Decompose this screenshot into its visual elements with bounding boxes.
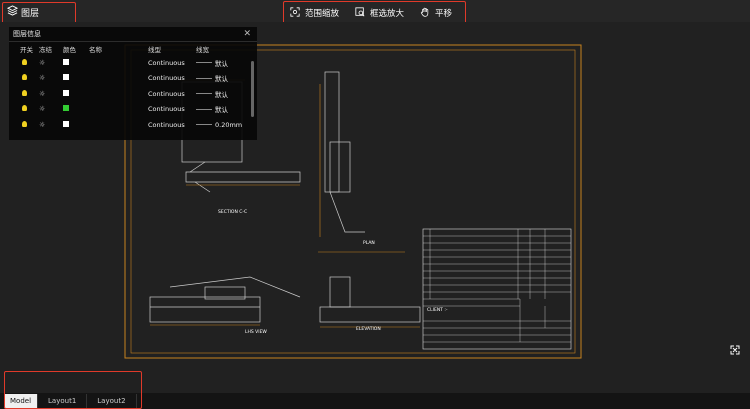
layer-row[interactable]: ☼ Continuous 默认 — [9, 102, 257, 118]
line-sample — [196, 93, 212, 95]
layer-panel: 图层信息 ✕ 开关 冻结 颜色 名称 线型 线宽 ☼ Continuous 默认… — [9, 27, 257, 140]
sun-icon[interactable]: ☼ — [39, 74, 45, 82]
layer-row[interactable]: ☼ Continuous 默认 — [9, 71, 257, 87]
pan-button[interactable]: 平移 — [420, 7, 452, 20]
layer-row[interactable]: ☼ Continuous 默认 — [9, 55, 257, 71]
tab-layout1[interactable]: Layout1 — [38, 394, 88, 408]
sun-icon[interactable]: ☼ — [39, 59, 45, 67]
zoom-extents-icon — [290, 6, 300, 20]
line-sample — [196, 62, 212, 64]
color-swatch[interactable] — [63, 58, 69, 65]
layer-linetype[interactable]: Continuous — [148, 74, 196, 82]
col-linetype: 线型 — [148, 45, 161, 54]
zoom-extents-label: 范围缩放 — [305, 9, 340, 19]
section-view-arm — [185, 171, 301, 183]
elevation-view-body — [319, 306, 421, 323]
lightbulb-icon[interactable] — [22, 105, 27, 112]
lhs-view-body — [149, 296, 261, 323]
layer-lineweight[interactable]: 默认 — [215, 73, 228, 83]
layer-lineweight[interactable]: 0.20mm — [215, 121, 242, 129]
lhs-view-label: LHS VIEW — [245, 329, 267, 335]
sun-icon[interactable]: ☼ — [39, 90, 45, 98]
fullscreen-icon[interactable] — [730, 345, 740, 355]
zoom-extents-button[interactable]: 范围缩放 — [290, 6, 340, 20]
window-zoom-icon — [355, 6, 365, 20]
elevation-label: ELEVATION — [356, 326, 381, 332]
col-name: 名称 — [89, 45, 102, 54]
title-block-lines — [423, 229, 571, 343]
plan-view-cylinder — [324, 71, 340, 193]
title-block — [422, 228, 572, 350]
tab-layout2[interactable]: Layout2 — [87, 394, 137, 408]
tab-model[interactable]: Model — [4, 394, 39, 408]
window-zoom-button[interactable]: 框选放大 — [355, 6, 405, 20]
lightbulb-icon[interactable] — [22, 58, 27, 65]
layer-linetype[interactable]: Continuous — [148, 121, 196, 129]
pan-label: 平移 — [435, 9, 453, 19]
color-swatch[interactable] — [63, 120, 69, 127]
layer-panel-header: 图层信息 ✕ — [9, 27, 257, 42]
layer-row[interactable]: ☼ Continuous 默认 — [9, 86, 257, 102]
layer-linetype[interactable]: Continuous — [148, 105, 196, 113]
client-label: CLIENT :- — [427, 307, 448, 313]
lightbulb-icon[interactable] — [22, 74, 27, 81]
col-lineweight: 线宽 — [196, 45, 209, 54]
view-tools: 范围缩放 框选放大 平移 — [286, 3, 452, 23]
color-swatch[interactable] — [63, 89, 69, 96]
color-swatch[interactable] — [63, 74, 69, 81]
color-swatch[interactable] — [63, 105, 69, 112]
sun-icon[interactable]: ☼ — [39, 121, 45, 129]
layers-button[interactable]: 图层 — [3, 3, 43, 21]
layer-panel-scrollbar[interactable] — [251, 61, 254, 117]
line-sample — [196, 108, 212, 110]
layer-panel-title: 图层信息 — [13, 30, 41, 38]
hand-pan-icon — [420, 7, 430, 20]
lightbulb-icon[interactable] — [22, 120, 27, 127]
layer-linetype[interactable]: Continuous — [148, 90, 196, 98]
col-on: 开关 — [20, 45, 33, 54]
lightbulb-icon[interactable] — [22, 89, 27, 96]
layer-row[interactable]: ☼ Continuous 0.20mm — [9, 117, 257, 133]
layer-lineweight[interactable]: 默认 — [215, 89, 228, 99]
line-sample — [196, 77, 212, 79]
layers-icon — [6, 5, 19, 19]
close-icon[interactable]: ✕ — [243, 29, 251, 39]
layer-lineweight[interactable]: 默认 — [215, 58, 228, 68]
section-label: SECTION C-C — [218, 209, 247, 215]
layer-linetype[interactable]: Continuous — [148, 59, 196, 67]
layer-table-header: 开关 冻结 颜色 名称 线型 线宽 — [9, 42, 257, 55]
layers-label: 图层 — [21, 8, 40, 19]
plan-label: PLAN — [363, 240, 375, 246]
window-zoom-label: 框选放大 — [370, 9, 405, 19]
sun-icon[interactable]: ☼ — [39, 105, 45, 113]
line-sample — [196, 124, 212, 126]
layout-tabs: Model Layout1 Layout2 — [4, 394, 137, 408]
col-color: 颜色 — [63, 45, 76, 54]
layer-lineweight[interactable]: 默认 — [215, 104, 228, 114]
col-frozen: 冻结 — [39, 45, 52, 54]
